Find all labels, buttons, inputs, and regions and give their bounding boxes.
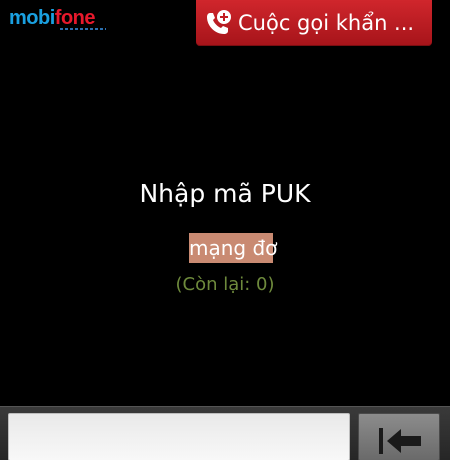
emergency-call-button[interactable]: Cuộc gọi khẩn ... <box>196 0 432 46</box>
remaining-attempts-text: (Còn lại: 0) <box>175 274 275 295</box>
entry-highlight-text: mạng đơ <box>189 233 277 263</box>
delete-button[interactable] <box>358 413 440 460</box>
carrier-logo-part1: mobi <box>9 7 55 29</box>
puk-prompt-title: Nhập mã PUK <box>139 179 311 208</box>
backspace-icon <box>379 428 421 454</box>
phone-plus-icon <box>207 10 231 34</box>
carrier-tagline-mark <box>60 28 106 30</box>
emergency-call-label: Cuộc gọi khẩn ... <box>238 11 415 35</box>
carrier-logo: mobifone <box>9 6 96 30</box>
carrier-logo-part2: fone <box>54 7 96 29</box>
input-bar <box>0 406 450 460</box>
puk-input-field[interactable] <box>8 413 350 460</box>
